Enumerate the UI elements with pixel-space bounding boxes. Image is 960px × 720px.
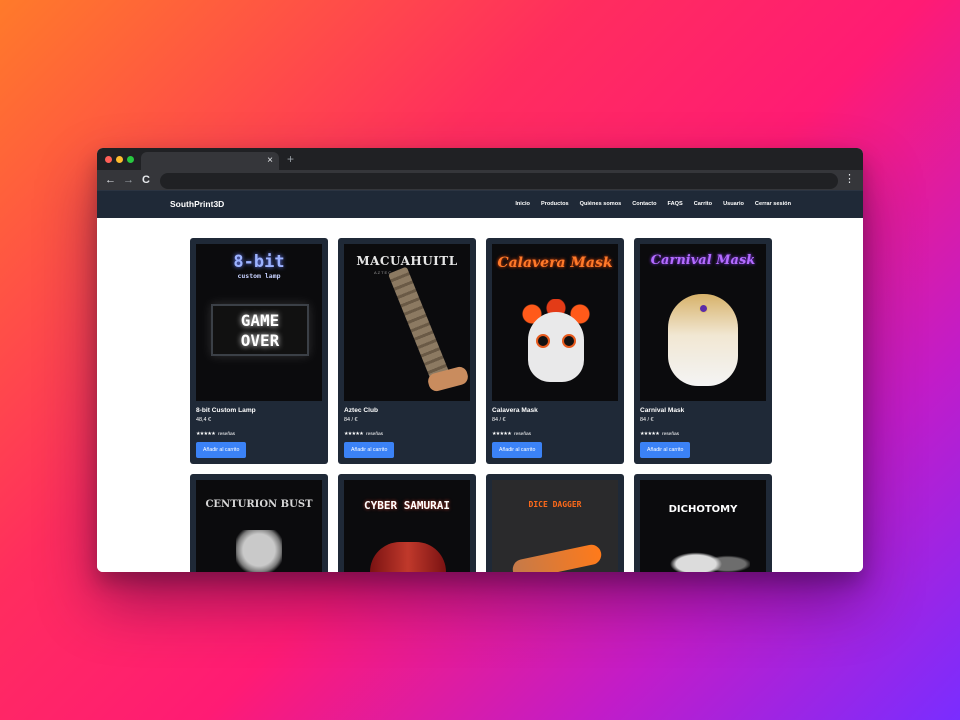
minimize-window-button[interactable] — [116, 156, 123, 163]
add-to-cart-button[interactable]: Añadir al carrito — [492, 442, 543, 458]
eye-graphic — [562, 334, 576, 348]
dagger-graphic — [510, 542, 604, 572]
lamp-display: GAME OVER — [211, 304, 309, 356]
product-image[interactable]: 8-bit custom lamp GAME OVER — [196, 244, 322, 401]
product-image[interactable]: DICE DAGGER — [492, 480, 618, 572]
maximize-window-button[interactable] — [127, 156, 134, 163]
image-title: CYBER SAMURAI — [363, 499, 451, 512]
product-image[interactable]: MACUAHUITL AZTEC CLUB — [344, 244, 470, 401]
reviews-label: reseñas — [218, 432, 236, 437]
product-listing: 8-bit custom lamp GAME OVER 8-bit Custom… — [97, 218, 863, 572]
browser-tab[interactable]: × — [141, 152, 279, 170]
nav-link-quienes-somos[interactable]: Quiénes somos — [580, 201, 622, 207]
image-text-line: GAME — [240, 311, 280, 330]
back-arrow-icon[interactable]: ← — [105, 173, 116, 187]
star-rating-icon: ★★★★★ — [492, 432, 512, 437]
product-price: 48,4 € — [196, 417, 211, 423]
browser-window: × + ← → C ⋮ SouthPrint3D Inicio Producto… — [97, 148, 863, 572]
new-tab-icon[interactable]: + — [287, 152, 294, 166]
nav-link-carrito[interactable]: Carrito — [694, 201, 712, 207]
nav-link-cerrar-sesion[interactable]: Cerrar sesión — [755, 201, 791, 207]
star-rating-icon: ★★★★★ — [640, 432, 660, 437]
image-title: Carnival Mask — [650, 253, 756, 268]
product-card: 8-bit custom lamp GAME OVER 8-bit Custom… — [190, 238, 328, 464]
nav-link-contacto[interactable]: Contacto — [632, 201, 656, 207]
product-card: MACUAHUITL AZTEC CLUB Aztec Club 84 / € … — [338, 238, 476, 464]
product-image[interactable]: CYBER SAMURAI — [344, 480, 470, 572]
nav-link-usuario[interactable]: Usuario — [723, 201, 744, 207]
product-image[interactable]: Calavera Mask — [492, 244, 618, 401]
image-text-line: OVER — [240, 331, 280, 350]
window-controls — [105, 156, 134, 163]
site-brand[interactable]: SouthPrint3D — [170, 199, 224, 209]
product-price: 84 / € — [344, 417, 358, 423]
image-title: DICHOTOMY — [668, 504, 738, 515]
product-price: 84 / € — [492, 417, 506, 423]
reviews-label: reseñas — [514, 432, 532, 437]
product-card: Carnival Mask Carnival Mask 84 / € ★★★★★… — [634, 238, 772, 464]
image-subtitle: custom lamp — [237, 272, 281, 280]
add-to-cart-button[interactable]: Añadir al carrito — [344, 442, 395, 458]
samurai-mask-graphic — [370, 542, 446, 572]
product-card: Calavera Mask Calavera Mask 84 / € ★★★★★… — [486, 238, 624, 464]
product-image[interactable]: Carnival Mask — [640, 244, 766, 401]
image-title: Calavera Mask — [497, 255, 613, 271]
product-rating: ★★★★★ reseñas — [492, 432, 618, 437]
browser-titlebar: × + — [97, 148, 863, 170]
club-graphic — [388, 266, 451, 384]
product-image[interactable]: CENTURION BUST — [196, 480, 322, 572]
product-rating: ★★★★★ reseñas — [640, 432, 766, 437]
tab-close-icon[interactable]: × — [267, 154, 273, 168]
star-rating-icon: ★★★★★ — [196, 432, 216, 437]
product-rating: ★★★★★ reseñas — [344, 432, 470, 437]
product-grid: 8-bit custom lamp GAME OVER 8-bit Custom… — [190, 238, 772, 572]
product-card: CENTURION BUST — [190, 474, 328, 572]
product-image[interactable]: DICHOTOMY — [640, 480, 766, 572]
product-card: DICE DAGGER — [486, 474, 624, 572]
close-window-button[interactable] — [105, 156, 112, 163]
product-card: CYBER SAMURAI — [338, 474, 476, 572]
reload-icon[interactable]: C — [142, 173, 150, 187]
bust-graphic — [236, 530, 282, 572]
browser-menu-icon[interactable]: ⋮ — [844, 172, 855, 186]
forward-arrow-icon[interactable]: → — [123, 173, 134, 187]
site-navbar: SouthPrint3D Inicio Productos Quiénes so… — [97, 190, 863, 218]
product-card: DICHOTOMY — [634, 474, 772, 572]
product-name[interactable]: Aztec Club — [344, 407, 470, 414]
product-rating: ★★★★★ reseñas — [196, 432, 322, 437]
eye-graphic — [536, 334, 550, 348]
nav-link-inicio[interactable]: Inicio — [515, 201, 530, 207]
image-title: 8-bit — [233, 252, 285, 272]
nav-link-faqs[interactable]: FAQS — [668, 201, 683, 207]
add-to-cart-button[interactable]: Añadir al carrito — [640, 442, 691, 458]
image-title: MACUAHUITL — [356, 254, 458, 268]
image-title: CENTURION BUST — [205, 499, 313, 510]
product-price: 84 / € — [640, 417, 654, 423]
skull-mask-graphic — [528, 312, 584, 382]
product-name[interactable]: Carnival Mask — [640, 407, 766, 414]
sculpture-graphic — [660, 540, 750, 572]
gem-graphic — [699, 304, 708, 313]
nav-links: Inicio Productos Quiénes somos Contacto … — [515, 201, 791, 207]
product-name[interactable]: 8-bit Custom Lamp — [196, 407, 322, 414]
reviews-label: reseñas — [662, 432, 680, 437]
product-name[interactable]: Calavera Mask — [492, 407, 618, 414]
nav-link-productos[interactable]: Productos — [541, 201, 569, 207]
image-title: DICE DAGGER — [528, 500, 582, 509]
browser-toolbar: ← → C ⋮ — [97, 170, 863, 190]
star-rating-icon: ★★★★★ — [344, 432, 364, 437]
address-bar[interactable] — [160, 173, 838, 189]
add-to-cart-button[interactable]: Añadir al carrito — [196, 442, 247, 458]
reviews-label: reseñas — [366, 432, 384, 437]
